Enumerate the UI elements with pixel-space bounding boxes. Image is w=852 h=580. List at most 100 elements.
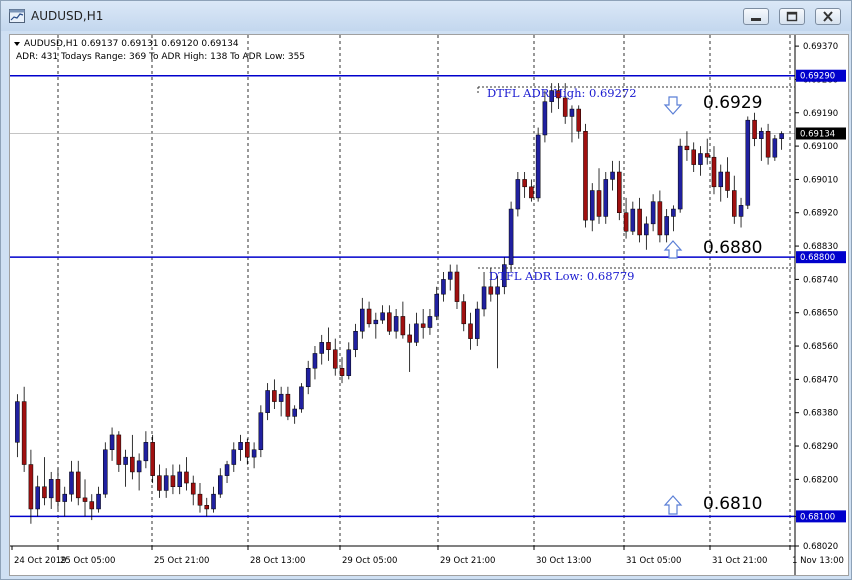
candle[interactable]: [21, 386, 27, 472]
candle[interactable]: [644, 216, 649, 250]
candle[interactable]: [380, 305, 385, 324]
candle[interactable]: [116, 431, 122, 472]
candle[interactable]: [508, 201, 514, 272]
candle[interactable]: [664, 209, 669, 243]
candle[interactable]: [583, 123, 588, 228]
candle[interactable]: [745, 116, 751, 210]
candle[interactable]: [238, 434, 243, 461]
candle[interactable]: [326, 327, 331, 361]
candle[interactable]: [725, 157, 730, 198]
candle[interactable]: [35, 475, 40, 517]
candle[interactable]: [272, 379, 277, 409]
candle[interactable]: [136, 453, 142, 491]
candle[interactable]: [62, 486, 68, 517]
restore-button[interactable]: [779, 8, 805, 25]
candle[interactable]: [434, 286, 439, 321]
candle[interactable]: [353, 323, 358, 358]
candle[interactable]: [420, 309, 426, 339]
candle[interactable]: [407, 323, 412, 372]
candle[interactable]: [698, 146, 703, 176]
close-button[interactable]: [815, 8, 841, 25]
candle[interactable]: [610, 160, 615, 191]
candle[interactable]: [657, 190, 663, 243]
candle[interactable]: [157, 464, 162, 498]
candle[interactable]: [224, 460, 230, 484]
candle[interactable]: [731, 175, 737, 224]
candle[interactable]: [170, 464, 176, 495]
candle[interactable]: [48, 471, 54, 509]
candle[interactable]: [677, 138, 683, 213]
candle[interactable]: [28, 449, 34, 524]
candle[interactable]: [772, 134, 778, 161]
candle[interactable]: [474, 301, 480, 347]
candle[interactable]: [163, 468, 169, 498]
candle[interactable]: [292, 405, 297, 424]
candle[interactable]: [752, 112, 757, 147]
candle[interactable]: [414, 312, 419, 347]
candle[interactable]: [75, 460, 81, 506]
title-bar[interactable]: AUDUSD,H1: [1, 1, 851, 31]
candle[interactable]: [441, 271, 446, 302]
candle[interactable]: [650, 194, 656, 232]
candle[interactable]: [184, 457, 189, 491]
candle[interactable]: [447, 264, 453, 291]
candle[interactable]: [190, 475, 196, 506]
candle[interactable]: [759, 127, 764, 161]
candle[interactable]: [278, 386, 284, 417]
candle[interactable]: [305, 360, 311, 395]
candle[interactable]: [387, 305, 392, 335]
candle[interactable]: [312, 346, 318, 380]
candle[interactable]: [103, 442, 108, 498]
candle[interactable]: [332, 338, 338, 376]
candle[interactable]: [231, 442, 237, 472]
candle[interactable]: [481, 271, 487, 317]
candle[interactable]: [177, 464, 182, 495]
candle[interactable]: [265, 383, 270, 421]
chart-canvas[interactable]: 0.693700.692800.691900.691000.690100.689…: [9, 34, 849, 576]
candle[interactable]: [197, 483, 203, 513]
candle[interactable]: [109, 427, 115, 461]
symbol-dropdown[interactable]: [14, 42, 20, 46]
candle[interactable]: [319, 334, 325, 365]
candle[interactable]: [366, 301, 372, 328]
candle[interactable]: [42, 457, 47, 506]
candle[interactable]: [603, 172, 609, 224]
candle[interactable]: [123, 449, 128, 487]
candle[interactable]: [299, 383, 304, 413]
candle[interactable]: [684, 131, 690, 161]
candle[interactable]: [346, 342, 352, 380]
candle[interactable]: [217, 468, 223, 498]
candle[interactable]: [55, 468, 61, 509]
candle[interactable]: [400, 301, 406, 339]
candle[interactable]: [779, 131, 784, 150]
candle[interactable]: [143, 431, 149, 469]
price-chart[interactable]: 0.693700.692800.691900.691000.690100.689…: [10, 35, 848, 575]
candle[interactable]: [96, 486, 101, 513]
candle[interactable]: [495, 275, 500, 369]
candle[interactable]: [522, 172, 527, 198]
candle[interactable]: [671, 205, 676, 232]
candle[interactable]: [150, 434, 155, 484]
candle[interactable]: [630, 201, 636, 235]
candle[interactable]: [623, 197, 629, 239]
candle[interactable]: [718, 164, 724, 202]
candle[interactable]: [637, 197, 642, 243]
candle[interactable]: [393, 309, 399, 339]
candle[interactable]: [15, 394, 20, 458]
candle[interactable]: [130, 434, 135, 480]
candle[interactable]: [569, 105, 575, 143]
candle[interactable]: [515, 172, 521, 217]
candle[interactable]: [204, 497, 210, 517]
candle[interactable]: [711, 146, 717, 195]
candle[interactable]: [82, 479, 88, 517]
candle[interactable]: [454, 264, 460, 310]
candle[interactable]: [704, 138, 710, 165]
candle[interactable]: [529, 179, 534, 202]
candle[interactable]: [461, 294, 467, 332]
candle[interactable]: [765, 123, 771, 165]
candle[interactable]: [245, 438, 250, 465]
candle[interactable]: [339, 357, 345, 384]
minimize-button[interactable]: [743, 8, 769, 25]
candle[interactable]: [69, 460, 74, 502]
candle[interactable]: [360, 297, 365, 339]
